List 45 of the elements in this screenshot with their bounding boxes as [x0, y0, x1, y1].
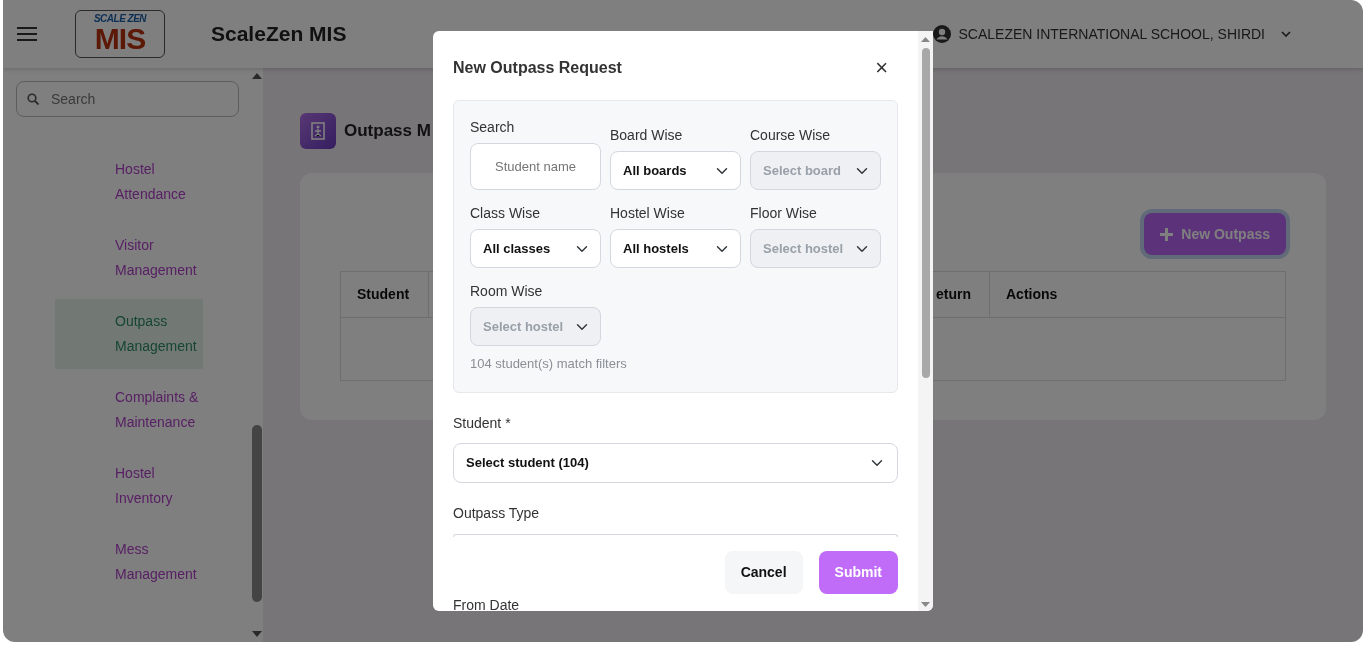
- menu-icon[interactable]: [17, 27, 37, 41]
- student-select[interactable]: Select student (104): [453, 442, 898, 483]
- scrollbar-thumb[interactable]: [251, 425, 262, 602]
- filter-select[interactable]: All hostels: [610, 229, 741, 268]
- logo-tagline: SCALE ZEN: [93, 14, 147, 24]
- field-label: Floor Wise: [750, 204, 818, 223]
- field-label: Class Wise: [470, 204, 541, 223]
- modal-title: New Outpass Request: [453, 58, 622, 78]
- field-label: Room Wise: [470, 282, 544, 301]
- logo-wordmark: MIS: [94, 24, 146, 54]
- account-name: SCALEZEN INTERNATIONAL SCHOOL, SHIRDI: [958, 24, 1265, 44]
- scroll-down-icon[interactable]: [251, 631, 262, 637]
- search-field[interactable]: Student name: [470, 143, 601, 190]
- chevron-down-icon: [1281, 31, 1291, 37]
- field-label: From Date: [453, 595, 521, 611]
- search-field[interactable]: Search: [16, 81, 239, 117]
- field-label: Outpass Type: [453, 503, 541, 523]
- sidebar-item[interactable]: Hostel Inventory: [55, 451, 203, 521]
- field-label: Search: [470, 118, 516, 137]
- field-label: Hostel Wise: [610, 204, 686, 223]
- cancel-button[interactable]: Cancel: [724, 550, 803, 594]
- field-label: Board Wise: [610, 126, 684, 145]
- column-header: Actions: [990, 272, 1285, 318]
- account-menu[interactable]: SCALEZEN INTERNATIONAL SCHOOL, SHIRDI: [932, 23, 1291, 45]
- field-label: Student *: [453, 413, 512, 433]
- sidebar-item[interactable]: Complaints & Maintenance: [55, 375, 203, 445]
- filter-select[interactable]: All classes: [470, 229, 601, 268]
- sidebar-item[interactable]: Mess Management: [55, 527, 203, 597]
- door-icon: [300, 113, 336, 149]
- match-count: 104 student(s) match filters: [470, 355, 628, 373]
- scroll-down-icon[interactable]: [921, 602, 930, 607]
- scrollbar-thumb[interactable]: [921, 48, 930, 378]
- sidebar-item[interactable]: Visitor Management: [55, 223, 203, 293]
- sidebar-item[interactable]: Outpass Management: [55, 299, 203, 369]
- page-title: Outpass M: [344, 120, 431, 143]
- field-label: Course Wise: [750, 126, 832, 145]
- scroll-up-icon[interactable]: [921, 37, 930, 42]
- plus-icon: [1160, 227, 1174, 241]
- close-button[interactable]: ×: [871, 57, 892, 79]
- submit-button[interactable]: Submit: [818, 550, 898, 594]
- scroll-up-icon[interactable]: [251, 73, 262, 79]
- filter-select[interactable]: All boards: [610, 151, 741, 190]
- sidebar-item[interactable]: Hostel Attendance: [55, 147, 203, 217]
- app-title: ScaleZen MIS: [211, 21, 347, 48]
- column-header: Student: [341, 272, 429, 318]
